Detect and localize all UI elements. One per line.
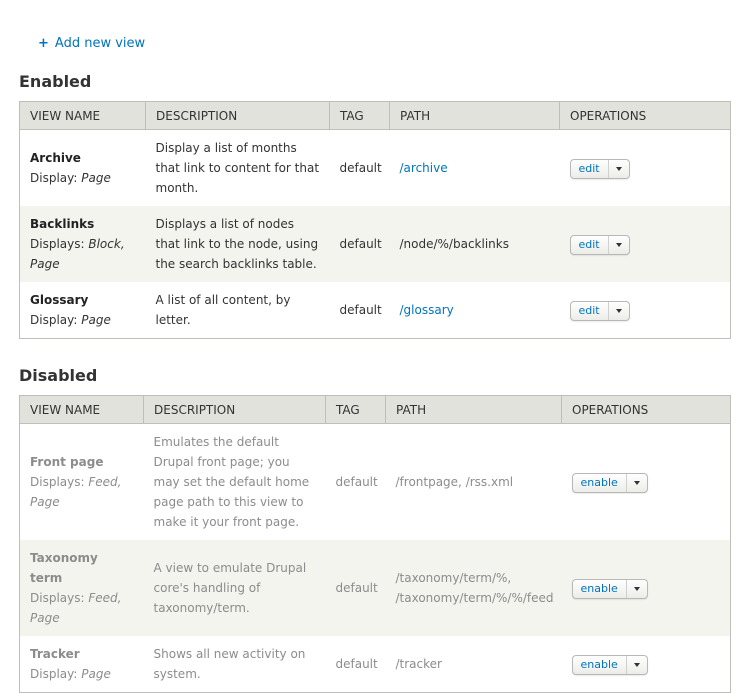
view-name: Glossary xyxy=(30,293,89,307)
edit-button[interactable]: edit xyxy=(571,236,608,254)
path-link[interactable]: /glossary xyxy=(400,303,454,317)
view-name-cell: Backlinks Displays: Block, Page xyxy=(20,206,146,282)
display-label: Displays: xyxy=(30,475,85,489)
enable-button[interactable]: enable xyxy=(573,580,626,598)
display-label: Display: xyxy=(30,667,78,681)
edit-button[interactable]: edit xyxy=(571,302,608,320)
dropbutton-toggle[interactable] xyxy=(607,301,629,320)
table-row: Tracker Display: Page Shows all new acti… xyxy=(19,636,731,693)
plus-icon: + xyxy=(38,36,49,51)
col-description[interactable]: DESCRIPTION xyxy=(145,101,330,130)
description-cell: Display a list of months that link to co… xyxy=(155,141,320,195)
description-cell: Shows all new activity on system. xyxy=(153,647,306,681)
disabled-views-table: VIEW NAME DESCRIPTION TAG PATH OPERATION… xyxy=(19,395,731,693)
display-label: Display: xyxy=(30,171,78,185)
table-header-row: VIEW NAME DESCRIPTION TAG PATH OPERATION… xyxy=(19,101,731,130)
caret-down-icon xyxy=(615,308,622,313)
path-text: /node/%/backlinks xyxy=(399,237,509,251)
view-name: Tracker xyxy=(30,647,80,661)
col-operations: OPERATIONS xyxy=(559,101,731,130)
dropbutton-toggle[interactable] xyxy=(625,655,647,674)
tag-cell: default xyxy=(339,303,382,317)
view-name: Taxonomy term xyxy=(30,551,98,585)
operations-cell: enable xyxy=(562,424,731,541)
display-value: Page xyxy=(81,313,111,327)
path-cell: /glossary xyxy=(390,282,560,339)
view-name: Backlinks xyxy=(30,217,95,231)
operations-dropbutton: edit xyxy=(569,158,630,179)
operations-cell: enable xyxy=(562,540,731,636)
operations-dropbutton: enable xyxy=(571,578,648,599)
enabled-views-table: VIEW NAME DESCRIPTION TAG PATH OPERATION… xyxy=(19,101,731,339)
caret-down-icon xyxy=(615,242,622,247)
caret-down-icon xyxy=(633,480,640,485)
operations-dropbutton: edit xyxy=(569,234,630,255)
add-new-view-label: Add new view xyxy=(54,36,146,51)
caret-down-icon xyxy=(615,166,622,171)
view-name-cell: Archive Display: Page xyxy=(20,130,146,207)
col-path[interactable]: PATH xyxy=(389,101,560,130)
add-new-view-link[interactable]: + Add new view xyxy=(38,36,145,51)
view-name-cell: Taxonomy term Displays: Feed, Page xyxy=(20,540,144,636)
tag-cell: default xyxy=(335,475,378,489)
table-row: Front page Displays: Feed, Page Emulates… xyxy=(19,423,731,541)
operations-cell: edit xyxy=(560,130,731,207)
table-row: Glossary Display: Page A list of all con… xyxy=(19,282,731,339)
dropbutton-toggle[interactable] xyxy=(625,579,647,598)
enable-button[interactable]: enable xyxy=(573,656,626,674)
col-operations: OPERATIONS xyxy=(561,395,731,424)
path-cell: /archive xyxy=(390,130,560,207)
display-value: Page xyxy=(81,667,111,681)
col-view-name[interactable]: VIEW NAME xyxy=(19,395,144,424)
operations-cell: edit xyxy=(560,206,731,282)
view-name: Front page xyxy=(30,455,104,469)
caret-down-icon xyxy=(633,662,640,667)
col-path[interactable]: PATH xyxy=(385,395,562,424)
view-name: Archive xyxy=(30,151,81,165)
table-row: Taxonomy term Displays: Feed, Page A vie… xyxy=(19,540,731,636)
col-tag[interactable]: TAG xyxy=(325,395,386,424)
col-view-name[interactable]: VIEW NAME xyxy=(19,101,146,130)
dropbutton-toggle[interactable] xyxy=(625,473,647,492)
edit-button[interactable]: edit xyxy=(571,160,608,178)
operations-cell: edit xyxy=(560,282,731,339)
display-label: Display: xyxy=(30,313,78,327)
description-cell: Emulates the default Drupal front page; … xyxy=(153,435,310,529)
tag-cell: default xyxy=(339,161,382,175)
path-cell: /frontpage, /rss.xml xyxy=(395,475,514,489)
view-name-cell: Tracker Display: Page xyxy=(20,636,144,693)
table-row: Backlinks Displays: Block, Page Displays… xyxy=(19,206,731,282)
path-cell: /tracker xyxy=(395,657,442,671)
operations-dropbutton: enable xyxy=(571,472,648,493)
tag-cell: default xyxy=(339,237,382,251)
path-link[interactable]: /archive xyxy=(400,161,448,175)
description-cell: A view to emulate Drupal core's handling… xyxy=(153,561,307,615)
path-cell: /taxonomy/term/%, /taxonomy/term/%/%/fee… xyxy=(395,571,554,605)
display-label: Displays: xyxy=(30,237,85,251)
dropbutton-toggle[interactable] xyxy=(607,159,629,178)
display-label: Displays: xyxy=(30,591,85,605)
description-cell: A list of all content, by letter. xyxy=(155,293,291,327)
enable-button[interactable]: enable xyxy=(573,474,626,492)
operations-cell: enable xyxy=(562,636,731,693)
operations-dropbutton: enable xyxy=(571,654,648,675)
table-header-row: VIEW NAME DESCRIPTION TAG PATH OPERATION… xyxy=(19,395,731,424)
tag-cell: default xyxy=(335,581,378,595)
enabled-heading: Enabled xyxy=(19,72,92,91)
col-description[interactable]: DESCRIPTION xyxy=(143,395,326,424)
display-value: Page xyxy=(81,171,111,185)
dropbutton-toggle[interactable] xyxy=(607,235,629,254)
col-tag[interactable]: TAG xyxy=(329,101,390,130)
operations-dropbutton: edit xyxy=(569,300,630,321)
disabled-heading: Disabled xyxy=(19,366,98,385)
table-row: Archive Display: Page Display a list of … xyxy=(19,129,731,207)
view-name-cell: Glossary Display: Page xyxy=(20,282,146,339)
tag-cell: default xyxy=(335,657,378,671)
description-cell: Displays a list of nodes that link to th… xyxy=(155,217,319,271)
caret-down-icon xyxy=(633,586,640,591)
path-cell: /node/%/backlinks xyxy=(390,206,560,282)
view-name-cell: Front page Displays: Feed, Page xyxy=(20,424,144,541)
